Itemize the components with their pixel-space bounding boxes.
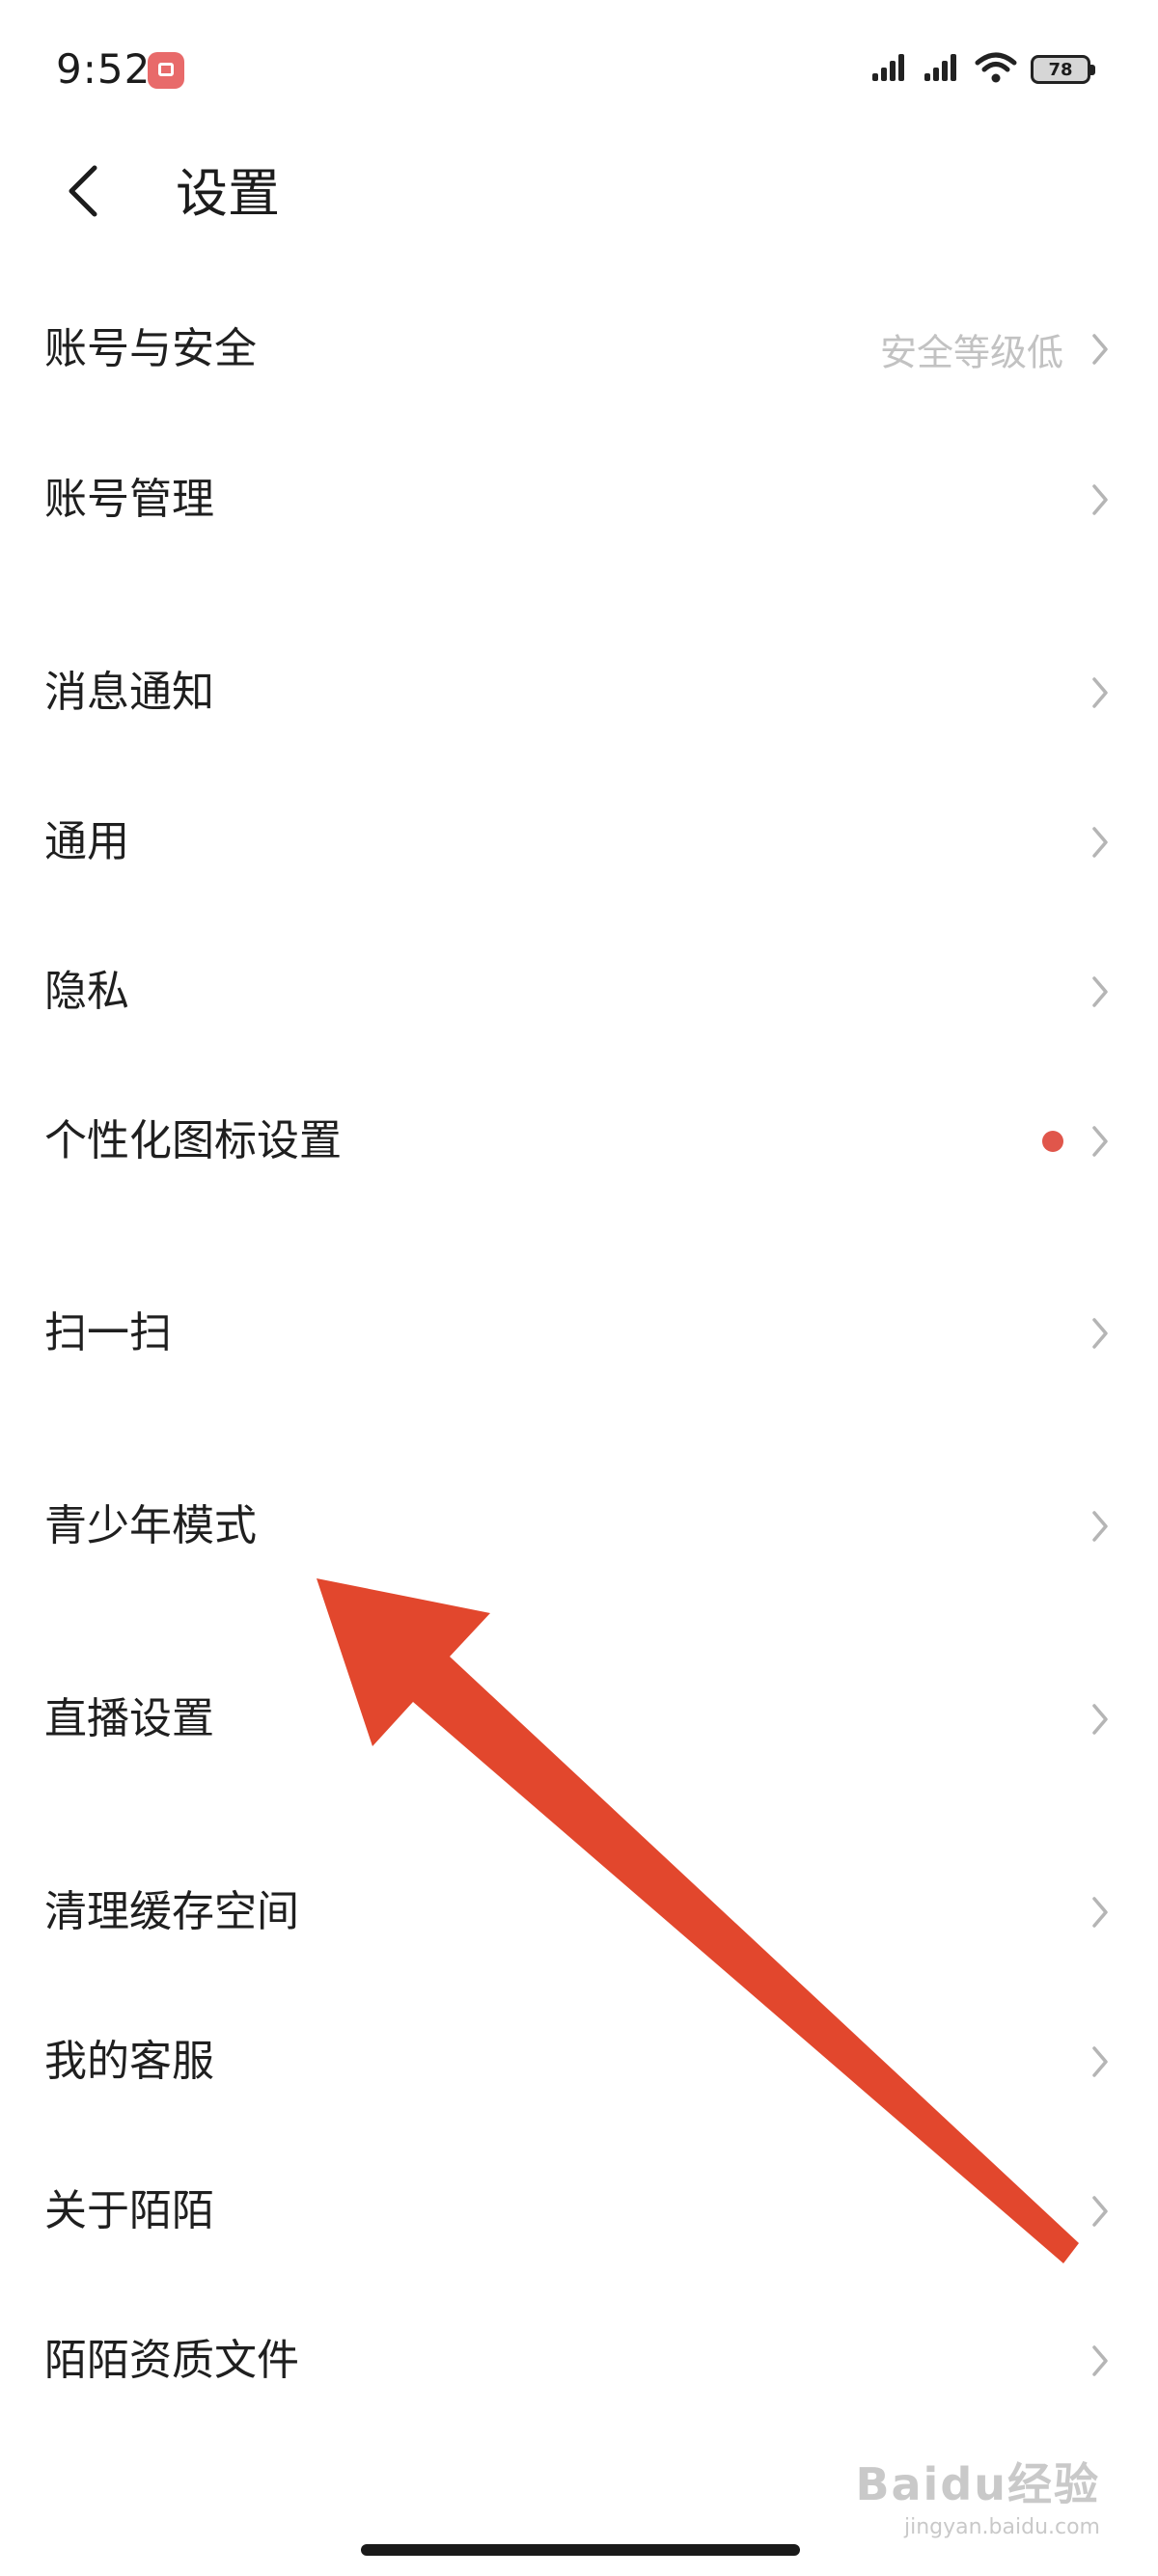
chevron-right-icon xyxy=(1081,480,1119,519)
settings-item-label: 清理缓存空间 xyxy=(44,1887,299,1936)
settings-item-live-settings[interactable]: 直播设置 xyxy=(0,1647,1158,1792)
signal-icon xyxy=(923,52,961,87)
chevron-right-icon xyxy=(1081,1507,1119,1546)
battery-level: 78 xyxy=(1048,59,1073,80)
battery-icon: 78 xyxy=(1031,55,1095,84)
settings-item-privacy[interactable]: 隐私 xyxy=(0,919,1158,1064)
settings-item-label: 通用 xyxy=(44,817,129,866)
settings-item-scan[interactable]: 扫一扫 xyxy=(0,1261,1158,1406)
chevron-right-icon xyxy=(1081,330,1119,369)
settings-item-label: 青少年模式 xyxy=(44,1501,257,1550)
signal-icon xyxy=(870,52,909,87)
chevron-right-icon xyxy=(1081,1314,1119,1353)
chevron-right-icon xyxy=(1081,1700,1119,1739)
watermark-url: jingyan.baidu.com xyxy=(903,2515,1100,2539)
chevron-right-icon xyxy=(1081,973,1119,1011)
status-icons: 78 xyxy=(870,46,1095,93)
chevron-right-icon xyxy=(1081,2042,1119,2081)
settings-item-clear-cache[interactable]: 清理缓存空间 xyxy=(0,1840,1158,1985)
settings-item-label: 消息通知 xyxy=(44,668,214,717)
settings-item-notifications[interactable]: 消息通知 xyxy=(0,620,1158,765)
settings-item-account-security[interactable]: 账号与安全 安全等级低 xyxy=(0,277,1158,422)
settings-item-label: 账号与安全 xyxy=(44,324,257,373)
home-indicator[interactable] xyxy=(361,2544,800,2556)
settings-item-label: 隐私 xyxy=(44,967,129,1016)
settings-item-account-management[interactable]: 账号管理 xyxy=(0,427,1158,572)
chevron-right-icon xyxy=(1081,2342,1119,2380)
settings-item-about[interactable]: 关于陌陌 xyxy=(0,2139,1158,2284)
settings-screen: 9:52 78 设置 账号与安全 安全等级低 账号管理 消息通知 通用 隐私 个… xyxy=(0,0,1158,2576)
settings-item-custom-icon[interactable]: 个性化图标设置 xyxy=(0,1069,1158,1214)
settings-item-label: 直播设置 xyxy=(44,1694,214,1743)
back-button[interactable] xyxy=(48,158,118,228)
watermark-logo: Baidu经验 xyxy=(855,2458,1100,2510)
status-bar: 9:52 78 xyxy=(0,0,1158,135)
chevron-right-icon xyxy=(1081,823,1119,862)
header: 设置 xyxy=(0,145,1158,241)
chevron-right-icon xyxy=(1081,673,1119,712)
settings-item-teen-mode[interactable]: 青少年模式 xyxy=(0,1454,1158,1599)
baidu-watermark: Baidu经验 jingyan.baidu.com xyxy=(849,2455,1100,2571)
status-time: 9:52 xyxy=(56,45,152,93)
settings-item-label: 扫一扫 xyxy=(44,1308,172,1357)
chevron-right-icon xyxy=(1081,1893,1119,1932)
settings-item-label: 个性化图标设置 xyxy=(44,1116,342,1165)
chevron-left-icon xyxy=(64,162,102,224)
chevron-right-icon xyxy=(1081,2192,1119,2231)
new-badge-dot xyxy=(1042,1131,1063,1152)
chevron-right-icon xyxy=(1081,1122,1119,1161)
settings-item-customer-service[interactable]: 我的客服 xyxy=(0,1989,1158,2134)
wifi-icon xyxy=(975,51,1017,88)
settings-item-label: 我的客服 xyxy=(44,2037,214,2086)
settings-item-general[interactable]: 通用 xyxy=(0,770,1158,915)
settings-item-label: 关于陌陌 xyxy=(44,2186,214,2235)
settings-item-label: 陌陌资质文件 xyxy=(44,2336,299,2385)
security-level-value: 安全等级低 xyxy=(879,331,1063,374)
settings-item-label: 账号管理 xyxy=(44,475,214,524)
app-notification-icon xyxy=(148,52,184,89)
settings-item-qualification-docs[interactable]: 陌陌资质文件 xyxy=(0,2288,1158,2433)
page-title: 设置 xyxy=(176,163,280,224)
